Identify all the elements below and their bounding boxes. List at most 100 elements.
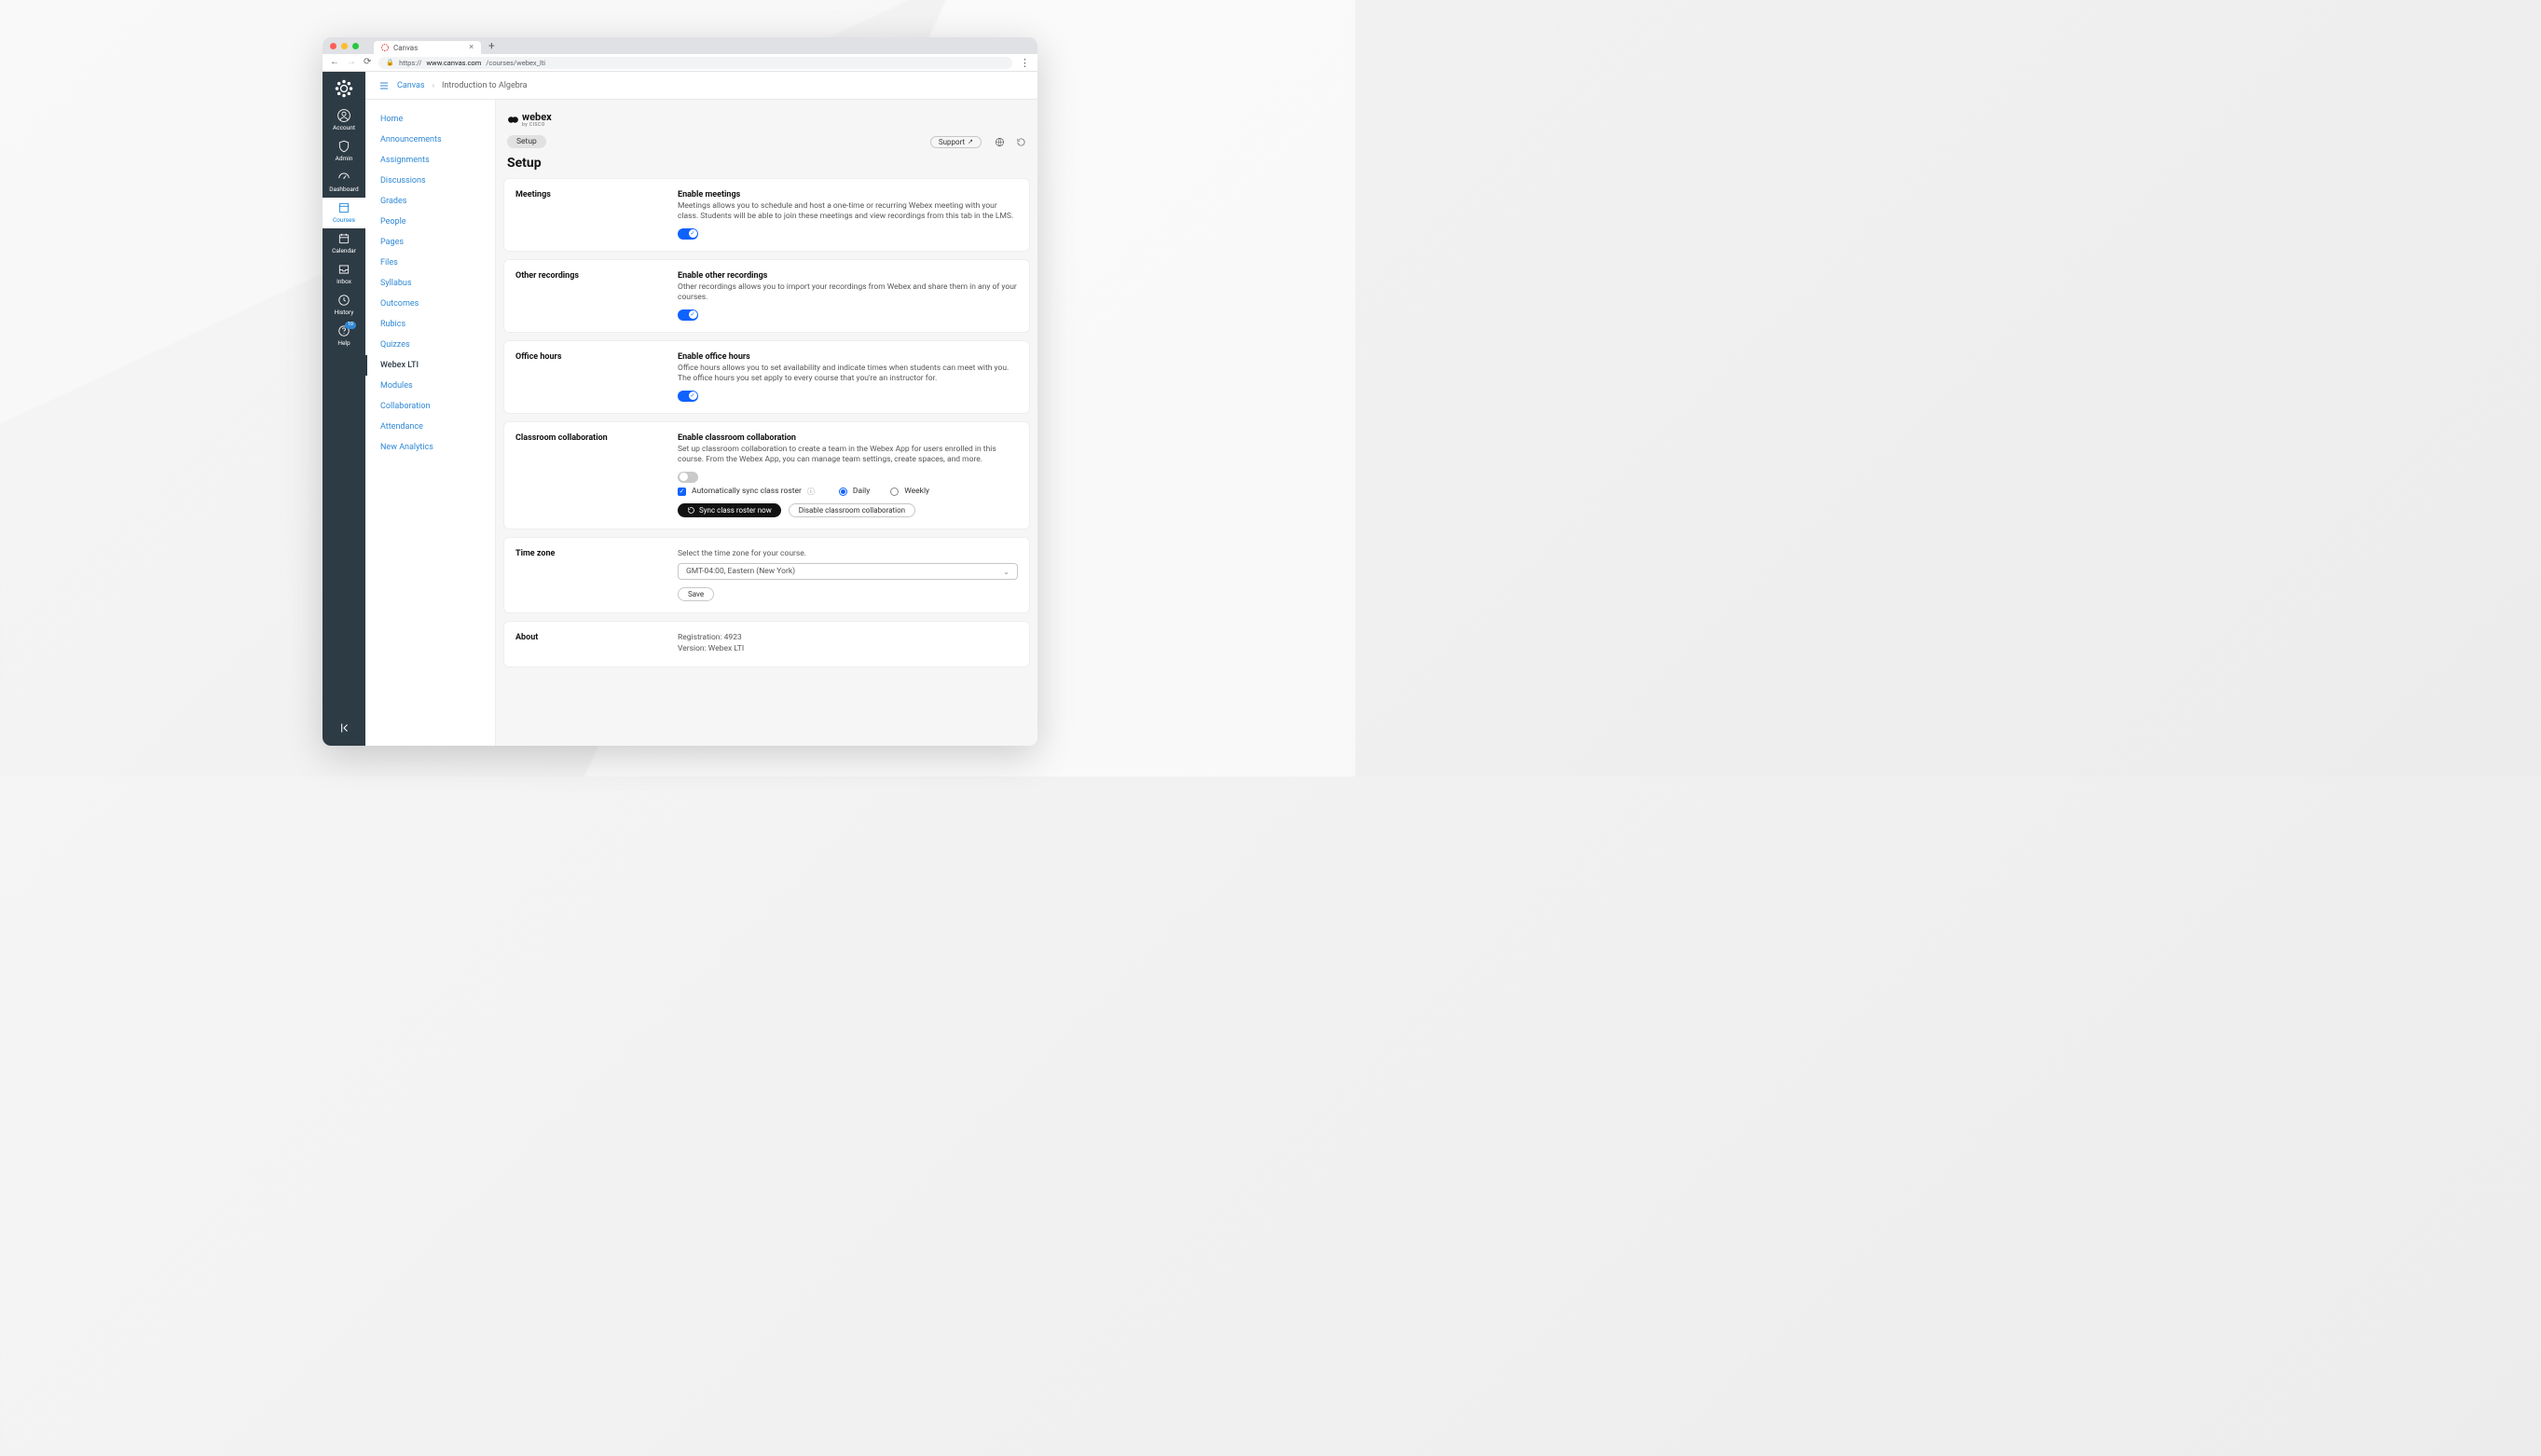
forward-button[interactable]: → <box>347 58 356 67</box>
url-bar[interactable]: 🔒 https:// www.canvas.com/courses/webex_l… <box>378 57 1012 69</box>
recordings-toggle[interactable]: ✓ <box>678 309 698 321</box>
user-icon <box>337 109 350 122</box>
radio-weekly-label: Weekly <box>904 487 929 496</box>
section-collaboration: Classroom collaboration Enable classroom… <box>503 421 1030 529</box>
nav-label: Account <box>333 124 355 131</box>
nav-item-account[interactable]: Account <box>323 105 365 136</box>
course-menu-toggle-icon[interactable] <box>378 80 390 91</box>
globe-icon[interactable] <box>995 137 1005 147</box>
nav-item-inbox[interactable]: Inbox <box>323 259 365 290</box>
webex-area: webex by CISCO Setup Support ↗ <box>496 100 1037 746</box>
course-nav-announcements[interactable]: Announcements <box>365 130 495 150</box>
meetings-desc: Meetings allows you to schedule and host… <box>678 201 1018 223</box>
course-nav-pages[interactable]: Pages <box>365 232 495 253</box>
auto-sync-checkbox[interactable]: ✓ <box>678 488 686 496</box>
collapse-nav-button[interactable] <box>337 721 350 735</box>
inbox-icon <box>337 263 350 276</box>
nav-item-dashboard[interactable]: Dashboard <box>323 167 365 198</box>
about-version: Version: Webex LTI <box>678 644 1018 655</box>
new-tab-button[interactable]: + <box>488 39 495 52</box>
support-button[interactable]: Support ↗ <box>930 136 982 148</box>
registration-value: 4923 <box>724 633 742 642</box>
app-container: Account Admin Dashboard Courses <box>323 72 1037 746</box>
timezone-desc: Select the time zone for your course. <box>678 549 1018 559</box>
window-controls <box>330 43 359 49</box>
content-row: Home Announcements Assignments Discussio… <box>365 100 1037 746</box>
sync-now-button[interactable]: Sync class roster now <box>678 503 781 517</box>
meetings-toggle[interactable]: ✓ <box>678 228 698 240</box>
radio-weekly[interactable] <box>890 488 899 496</box>
book-icon <box>337 201 350 214</box>
nav-item-admin[interactable]: Admin <box>323 136 365 167</box>
webex-header: webex by CISCO <box>503 111 1030 135</box>
course-nav-grades[interactable]: Grades <box>365 191 495 212</box>
course-nav-home[interactable]: Home <box>365 109 495 130</box>
course-nav-attendance[interactable]: Attendance <box>365 417 495 437</box>
breadcrumb-root[interactable]: Canvas <box>397 81 425 90</box>
canvas-logo-icon[interactable] <box>335 79 353 98</box>
nav-item-courses[interactable]: Courses <box>323 198 365 228</box>
course-nav-files[interactable]: Files <box>365 253 495 273</box>
disable-collab-button[interactable]: Disable classroom collaboration <box>789 503 915 517</box>
collab-subhead: Enable classroom collaboration <box>678 433 1018 443</box>
course-nav-modules[interactable]: Modules <box>365 376 495 396</box>
course-nav-collaboration[interactable]: Collaboration <box>365 396 495 417</box>
url-host: www.canvas.com <box>426 59 481 67</box>
nav-item-help[interactable]: 10 Help <box>323 321 365 351</box>
radio-daily[interactable] <box>839 488 847 496</box>
sign-out-icon[interactable] <box>1016 137 1026 147</box>
course-nav-outcomes[interactable]: Outcomes <box>365 294 495 314</box>
office-subhead: Enable office hours <box>678 352 1018 362</box>
auto-sync-row: ✓ Automatically sync class roster ⓘ Dail… <box>678 487 1018 497</box>
course-nav-new-analytics[interactable]: New Analytics <box>365 437 495 458</box>
calendar-icon <box>337 232 350 245</box>
section-recordings: Other recordings Enable other recordings… <box>503 259 1030 333</box>
section-title: Classroom collaboration <box>515 433 665 517</box>
chevron-down-icon: ⌄ <box>1003 568 1010 576</box>
webex-toolbar: Setup Support ↗ <box>503 135 1030 156</box>
course-nav-syllabus[interactable]: Syllabus <box>365 273 495 294</box>
course-nav-quizzes[interactable]: Quizzes <box>365 335 495 355</box>
browser-menu-button[interactable]: ⋮ <box>1020 58 1030 68</box>
nav-item-calendar[interactable]: Calendar <box>323 228 365 259</box>
support-label: Support <box>939 138 965 146</box>
save-button[interactable]: Save <box>678 587 714 601</box>
section-title: Office hours <box>515 352 665 402</box>
version-value: Webex LTI <box>708 644 744 653</box>
back-button[interactable]: ← <box>330 58 339 67</box>
window-maximize-icon[interactable] <box>352 43 359 49</box>
tab-close-icon[interactable]: × <box>469 43 474 52</box>
reload-button[interactable]: ⟳ <box>364 58 371 67</box>
breadcrumb-current: Introduction to Algebra <box>442 81 528 90</box>
info-icon[interactable]: ⓘ <box>807 487 815 497</box>
radio-daily-label: Daily <box>853 487 870 496</box>
lock-icon: 🔒 <box>386 59 394 66</box>
collab-toggle[interactable] <box>678 472 698 483</box>
about-registration: Registration: 4923 <box>678 633 1018 644</box>
setup-tab[interactable]: Setup <box>507 135 546 148</box>
timezone-select[interactable]: GMT-04:00, Eastern (New York) ⌄ <box>678 563 1018 580</box>
course-nav-people[interactable]: People <box>365 212 495 232</box>
timezone-value: GMT-04:00, Eastern (New York) <box>686 567 795 576</box>
course-nav-rubrics[interactable]: Rubics <box>365 314 495 335</box>
help-badge: 10 <box>345 322 356 329</box>
nav-item-history[interactable]: History <box>323 290 365 321</box>
window-close-icon[interactable] <box>330 43 337 49</box>
shield-icon <box>337 140 350 153</box>
browser-tab[interactable]: Canvas × <box>374 41 481 54</box>
help-icon: 10 <box>337 324 350 337</box>
nav-label: Courses <box>333 216 355 224</box>
url-prefix: https:// <box>399 59 421 67</box>
url-path: /courses/webex_lti <box>486 59 545 67</box>
course-nav-assignments[interactable]: Assignments <box>365 150 495 171</box>
auto-sync-label: Automatically sync class roster <box>692 487 802 496</box>
meetings-subhead: Enable meetings <box>678 190 1018 199</box>
office-desc: Office hours allows you to set availabil… <box>678 364 1018 385</box>
course-nav-webex-lti[interactable]: Webex LTI <box>365 355 495 376</box>
external-link-icon: ↗ <box>968 138 973 145</box>
section-office-hours: Office hours Enable office hours Office … <box>503 340 1030 414</box>
course-nav-discussions[interactable]: Discussions <box>365 171 495 191</box>
nav-label: Help <box>337 339 350 347</box>
window-minimize-icon[interactable] <box>341 43 348 49</box>
office-toggle[interactable]: ✓ <box>678 391 698 402</box>
